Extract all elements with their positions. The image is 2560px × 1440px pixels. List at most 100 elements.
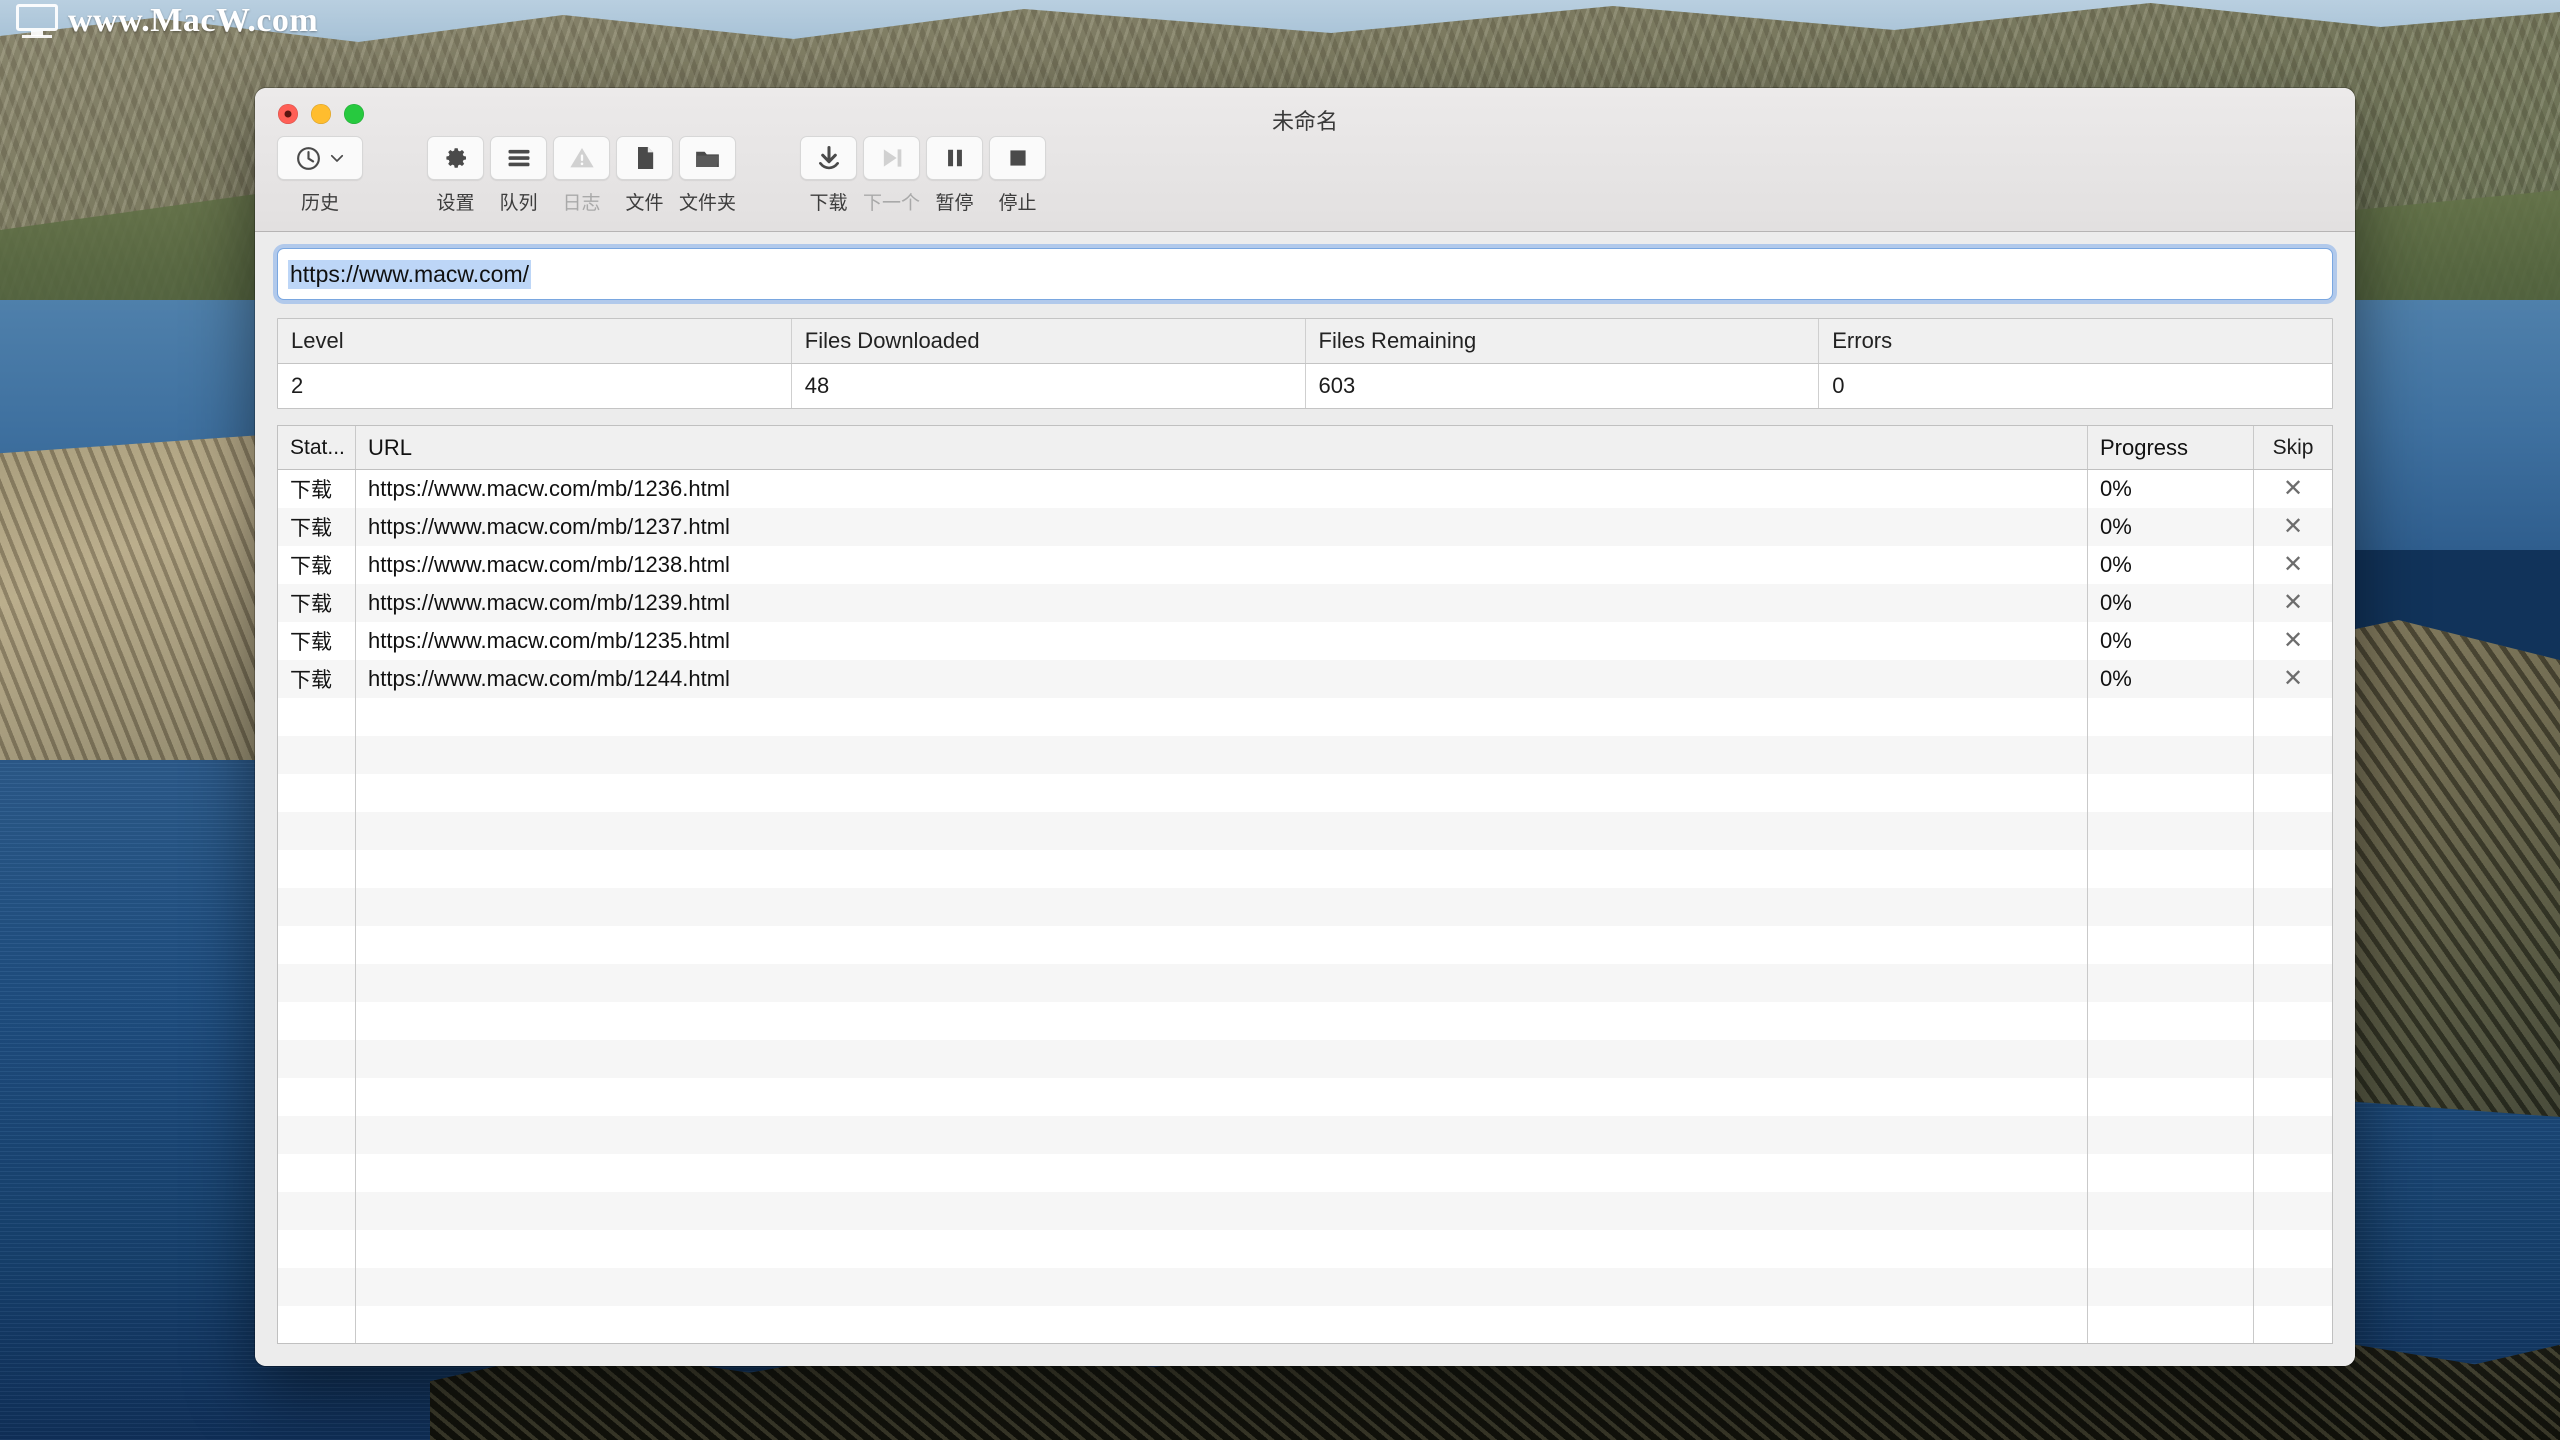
- table-row-empty: [278, 888, 2332, 926]
- stat-value-level: 2: [278, 364, 792, 408]
- cell-status: [278, 774, 356, 812]
- cell-status: 下载: [278, 546, 356, 584]
- column-header-status[interactable]: Stat...: [278, 426, 356, 469]
- close-x-icon[interactable]: ✕: [2283, 515, 2303, 539]
- cell-skip: [2254, 964, 2332, 1002]
- cell-status: [278, 926, 356, 964]
- cell-progress: [2088, 1154, 2254, 1192]
- toolbar-item-download[interactable]: 下载: [800, 136, 858, 215]
- table-row-empty: [278, 736, 2332, 774]
- cell-progress: [2088, 1078, 2254, 1116]
- download-list-header-row: Stat... URL Progress Skip: [278, 426, 2332, 470]
- stop-button[interactable]: [989, 136, 1047, 180]
- cell-progress: [2088, 812, 2254, 850]
- cell-skip[interactable]: ✕: [2254, 508, 2332, 546]
- stat-value-errors: 0: [1832, 373, 1845, 398]
- file-button[interactable]: [616, 136, 673, 180]
- pause-button[interactable]: [926, 136, 984, 180]
- cell-skip: [2254, 1192, 2332, 1230]
- cell-skip[interactable]: ✕: [2254, 622, 2332, 660]
- toolbar-item-history[interactable]: 历史: [277, 136, 363, 215]
- download-button[interactable]: [800, 136, 858, 180]
- close-x-icon[interactable]: ✕: [2283, 553, 2303, 577]
- cell-status: [278, 1040, 356, 1078]
- cell-skip: [2254, 1002, 2332, 1040]
- file-label: 文件: [625, 193, 664, 214]
- table-row[interactable]: 下载 https://www.macw.com/mb/1235.html 0% ✕: [278, 622, 2332, 660]
- table-row-empty: [278, 1230, 2332, 1268]
- cell-url: [356, 812, 2088, 850]
- next-button[interactable]: [863, 136, 921, 180]
- column-header-progress[interactable]: Progress: [2088, 426, 2254, 469]
- table-row[interactable]: 下载 https://www.macw.com/mb/1236.html 0% ✕: [278, 470, 2332, 508]
- table-row-empty: [278, 1078, 2332, 1116]
- column-header-skip[interactable]: Skip: [2254, 426, 2332, 469]
- table-row[interactable]: 下载 https://www.macw.com/mb/1237.html 0% ✕: [278, 508, 2332, 546]
- toolbar-item-pause[interactable]: 暂停: [926, 136, 984, 215]
- gear-icon: [445, 148, 466, 168]
- table-row[interactable]: 下载 https://www.macw.com/mb/1244.html 0% ✕: [278, 660, 2332, 698]
- cell-url: [356, 850, 2088, 888]
- toolbar-item-queue[interactable]: 队列: [490, 136, 547, 215]
- close-x-icon[interactable]: ✕: [2283, 667, 2303, 691]
- cell-skip: [2254, 1116, 2332, 1154]
- table-row[interactable]: 下载 https://www.macw.com/mb/1238.html 0% ✕: [278, 546, 2332, 584]
- cell-url: https://www.macw.com/mb/1239.html: [356, 584, 2088, 622]
- cell-skip[interactable]: ✕: [2254, 470, 2332, 508]
- log-button[interactable]: [553, 136, 610, 180]
- cell-url: [356, 736, 2088, 774]
- stat-header-files-remaining: Files Remaining: [1306, 319, 1820, 363]
- pause-icon: [947, 149, 962, 167]
- column-header-url[interactable]: URL: [356, 426, 2088, 469]
- folder-label: 文件夹: [679, 193, 737, 214]
- stat-header-level: Level: [278, 319, 792, 363]
- cell-progress: [2088, 774, 2254, 812]
- cell-status: 下载: [278, 660, 356, 698]
- close-x-icon[interactable]: ✕: [2283, 591, 2303, 615]
- cell-skip: [2254, 1306, 2332, 1343]
- cell-progress: 0%: [2088, 622, 2254, 660]
- toolbar: 历史 设置 队列 日志 文件 文件夹 下载 下一个 暂停 停止: [255, 136, 2355, 230]
- queue-button[interactable]: [490, 136, 547, 180]
- cell-progress: [2088, 1116, 2254, 1154]
- url-input[interactable]: https://www.macw.com/: [277, 248, 2333, 300]
- toolbar-group-history: 历史: [277, 136, 369, 215]
- cell-skip[interactable]: ✕: [2254, 660, 2332, 698]
- cell-skip: [2254, 736, 2332, 774]
- download-list-body: 下载 https://www.macw.com/mb/1236.html 0% ✕ 下载…: [278, 470, 2332, 1343]
- toolbar-item-settings[interactable]: 设置: [427, 136, 484, 215]
- cell-skip: [2254, 1230, 2332, 1268]
- cell-status: 下载: [278, 508, 356, 546]
- stat-value-files-remaining: 603: [1306, 364, 1820, 408]
- folder-button[interactable]: [679, 136, 736, 180]
- toolbar-item-file[interactable]: 文件: [616, 136, 673, 215]
- table-row-empty: [278, 1002, 2332, 1040]
- history-label: 历史: [300, 193, 339, 214]
- cell-url: [356, 926, 2088, 964]
- cell-skip: [2254, 1154, 2332, 1192]
- cell-status: [278, 1002, 356, 1040]
- settings-button[interactable]: [427, 136, 484, 180]
- document-icon: [637, 147, 653, 169]
- cell-url: [356, 1154, 2088, 1192]
- cell-skip[interactable]: ✕: [2254, 584, 2332, 622]
- history-button[interactable]: [277, 136, 363, 180]
- toolbar-item-stop[interactable]: 停止: [989, 136, 1047, 215]
- cell-url: https://www.macw.com/mb/1238.html: [356, 546, 2088, 584]
- window-content: https://www.macw.com/ Level Files Downlo…: [255, 232, 2355, 1366]
- close-x-icon[interactable]: ✕: [2283, 477, 2303, 501]
- cell-status: [278, 1116, 356, 1154]
- table-row-empty: [278, 1306, 2332, 1343]
- url-input-value[interactable]: https://www.macw.com/: [288, 259, 532, 289]
- cell-status: [278, 812, 356, 850]
- cell-skip[interactable]: ✕: [2254, 546, 2332, 584]
- toolbar-item-next[interactable]: 下一个: [863, 136, 920, 215]
- stat-header-errors: Errors: [1832, 328, 1893, 353]
- table-row[interactable]: 下载 https://www.macw.com/mb/1239.html 0% ✕: [278, 584, 2332, 622]
- chevron-down-icon: [330, 154, 343, 162]
- cell-progress: [2088, 1230, 2254, 1268]
- toolbar-item-log[interactable]: 日志: [553, 136, 610, 215]
- close-x-icon[interactable]: ✕: [2283, 629, 2303, 653]
- toolbar-item-folder[interactable]: 文件夹: [679, 136, 736, 215]
- cell-progress: 0%: [2088, 660, 2254, 698]
